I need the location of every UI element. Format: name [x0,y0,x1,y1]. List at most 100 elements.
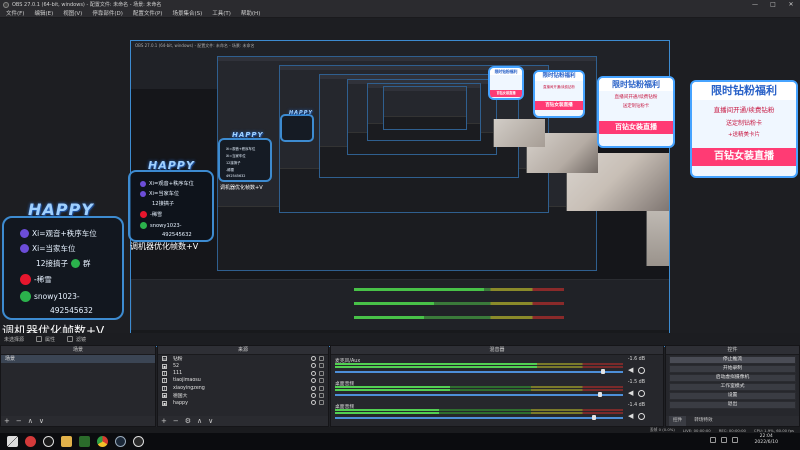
audio-mixer-dock: 混音器 麦克风/Aux -1.6 dB ◀ 桌面音频 -1.5 dB ◀ 桌面音… [330,345,664,427]
start-virtual-camera-button[interactable]: 启动虚拟摄像机 [669,374,796,382]
lock-icon[interactable] [319,392,324,398]
chrome-icon[interactable] [97,436,108,447]
move-down-icon[interactable]: ∨ [208,416,213,426]
settings-button[interactable]: 设置 [669,392,796,400]
volume-slider-handle[interactable] [597,392,602,397]
gear-icon[interactable] [638,413,645,420]
source-item[interactable]: T 111 [158,370,328,377]
network-icon[interactable] [710,437,716,443]
card-line-3: 12接搞子 [36,259,69,268]
start-recording-button[interactable]: 开始录制 [669,365,796,373]
obs-icon[interactable] [133,436,144,447]
eye-icon[interactable] [311,363,316,369]
speaker-icon[interactable]: ◀ [628,367,635,374]
eye-icon[interactable] [311,378,316,384]
tab-controls[interactable]: 控件 [669,416,687,426]
folder-icon[interactable] [61,436,72,447]
filter-icon [67,336,74,342]
selected-source-label: 未选择源 [4,336,25,343]
weibo-icon [20,274,31,285]
ime-icon[interactable] [732,437,738,443]
eye-icon[interactable] [311,385,316,391]
preview-canvas[interactable]: OBS 27.0.1 (64-bit, windows) - 配置文件: 未命名… [0,18,800,347]
image-icon: ▪ [162,400,167,406]
eye-icon[interactable] [311,356,316,361]
system-tray [710,437,738,443]
level-meter [335,412,439,414]
menu-file[interactable]: 文件(F) [6,9,24,17]
source-item[interactable]: ▪ 德国大 [158,392,328,399]
rec-timer: REC: 00:00:00 [718,427,746,433]
move-down-icon[interactable]: ∨ [39,416,44,426]
source-item[interactable]: Ttiaojimaosu [158,377,328,384]
move-up-icon[interactable]: ∧ [28,416,33,426]
eye-icon[interactable] [311,400,316,406]
speaker-icon[interactable]: ◀ [628,413,635,420]
sources-dock-title: 来源 [158,346,328,355]
captured-window-title: OBS 27.0.1 (64-bit, windows) - 配置文件: 未命名… [135,43,255,48]
minimize-button[interactable]: — [746,0,764,9]
source-item[interactable]: ▪ happy [158,399,328,406]
promo-card-small: 限时钻粉福利 直播间开通/续费钻粉 百钻女装直播 [533,70,585,118]
menu-profile[interactable]: 配置文件(P) [133,9,163,17]
menu-bar: 文件(F) 编辑(E) 视图(V) 停靠部件(D) 配置文件(P) 场景集合(S… [0,9,800,18]
move-up-icon[interactable]: ∧ [197,416,202,426]
menu-edit[interactable]: 编辑(E) [34,9,53,17]
volume-slider[interactable] [335,417,623,419]
tab-transitions[interactable]: 转场特效 [690,416,716,426]
maximize-button[interactable]: □ [764,0,782,9]
volume-icon[interactable] [721,437,727,443]
scene-item[interactable]: 场景 [1,355,155,363]
remove-source-button[interactable]: − [173,416,179,426]
promo-card-medium: 限时钻粉福利 直播间开通/续费钻粉 送定制钻粉卡 百钻女装直播 [597,76,675,148]
menu-docks[interactable]: 停靠部件(D) [92,9,123,17]
lock-icon[interactable] [319,400,324,406]
volume-slider-handle[interactable] [592,415,597,420]
speaker-icon[interactable]: ◀ [628,390,635,397]
volume-slider[interactable] [335,371,623,373]
live-timer: LIVE: 00:00:00 [682,427,711,433]
add-source-button[interactable]: + [161,416,167,426]
mixer-dock-title: 混音器 [331,346,663,355]
lock-icon[interactable] [319,378,324,384]
volume-slider-handle[interactable] [600,369,605,374]
source-properties-gear-icon[interactable]: ⚙ [185,416,191,426]
exit-button[interactable]: 退出 [669,401,796,409]
close-button[interactable]: ✕ [782,0,800,9]
gear-icon[interactable] [638,367,645,374]
studio-mode-button[interactable]: 工作室模式 [669,383,796,391]
source-item[interactable]: ▭ 钻粉 [158,355,328,362]
webcam-photo-4 [493,119,545,147]
lock-icon[interactable] [319,356,324,361]
lock-icon[interactable] [319,363,324,369]
gear-icon[interactable] [638,390,645,397]
netease-music-icon[interactable] [25,436,36,447]
taskbar-clock[interactable]: 22:04 2022/6/10 [754,434,778,446]
properties-button[interactable]: 属性 [36,336,55,343]
promo-card-tiny: 限时钻粉福利 百钻女装直播 [488,66,524,100]
source-item[interactable]: ▪ 52 [158,362,328,369]
card-line-5: snowy1023- [34,292,80,301]
menu-scene-collection[interactable]: 场景集合(S) [172,9,202,17]
obs-icon[interactable] [43,436,54,447]
lock-icon[interactable] [319,385,324,391]
remove-scene-button[interactable]: − [16,416,22,426]
add-scene-button[interactable]: + [4,416,10,426]
eye-icon[interactable] [311,392,316,398]
menu-tools[interactable]: 工具(T) [212,9,231,17]
windows-logo-icon[interactable] [7,436,18,447]
lock-icon[interactable] [319,370,324,376]
eye-icon[interactable] [311,370,316,376]
volume-slider[interactable] [335,394,623,396]
sources-dock: 来源 ▭ 钻粉 ▪ 52 T 111 Ttiaojimaosu Txiaoyingze… [157,345,329,427]
xi-icon [20,229,29,238]
overlay-caption-small: 调机器优化帧数+V [220,185,263,191]
text-icon: T [162,370,167,376]
steam-icon[interactable] [115,436,126,447]
app-icon[interactable] [79,436,90,447]
menu-view[interactable]: 视图(V) [63,9,82,17]
source-item[interactable]: Txiaoyingzeng [158,385,328,392]
menu-help[interactable]: 帮助(H) [241,9,260,17]
stop-streaming-button[interactable]: 停止推流 [669,356,796,364]
filters-button[interactable]: 滤镜 [67,336,86,343]
